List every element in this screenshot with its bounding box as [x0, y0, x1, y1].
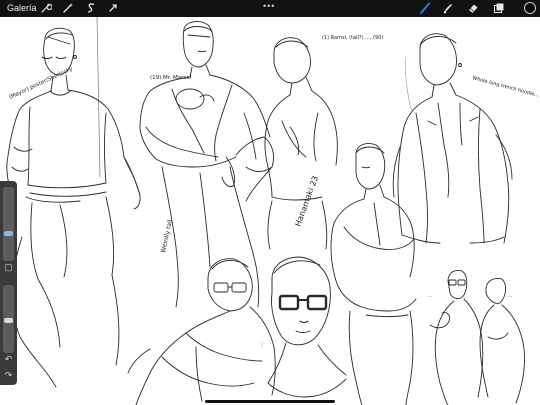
- wrench-icon[interactable]: [40, 2, 52, 14]
- magic-wand-icon[interactable]: [62, 2, 74, 14]
- note-vertical-2: Hanamaki 23: [293, 175, 320, 228]
- sketch-canvas[interactable]: (Mayor) poster/Sherlocky (19) Mr. Marcel…: [0, 17, 540, 405]
- note-middle: (19) Mr. Marcel: [150, 75, 192, 81]
- brush-size-slider[interactable]: [3, 187, 14, 261]
- top-toolbar: Galería •••: [0, 0, 540, 17]
- note-vertical-3: ...: [258, 341, 264, 347]
- undo-button[interactable]: ↶: [3, 354, 14, 365]
- opacity-thumb[interactable]: [4, 318, 13, 323]
- transform-arrow-icon[interactable]: [107, 2, 119, 14]
- brush-icon[interactable]: [419, 2, 431, 14]
- note-right: Whole long trench hoodie...: [471, 75, 540, 99]
- sidebar: ▢ ↶ ↷: [0, 181, 17, 385]
- sketch-figure-pair: [429, 270, 525, 405]
- note-small-2: ...: [508, 294, 512, 299]
- opacity-slider[interactable]: [3, 285, 14, 353]
- eraser-icon[interactable]: [467, 2, 479, 14]
- sketch-figure-open-shirt: [139, 21, 275, 308]
- note-small-1: ...: [428, 294, 432, 299]
- smudge-icon[interactable]: [442, 2, 454, 14]
- note-left: (Mayor) poster/Sherlocky: [8, 66, 74, 101]
- sketch-figure-back-view: [245, 37, 338, 250]
- redo-button[interactable]: ↷: [3, 370, 14, 381]
- handwritten-notes: (Mayor) poster/Sherlocky (19) Mr. Marcel…: [8, 35, 540, 347]
- sketch-figure-glasses-portrait: [267, 256, 347, 398]
- brush-size-thumb[interactable]: [4, 231, 13, 236]
- layers-icon[interactable]: [493, 2, 505, 14]
- gallery-button[interactable]: Galería: [7, 2, 37, 14]
- color-picker-button[interactable]: [524, 2, 536, 14]
- sketch-figure-long-coat: [392, 33, 513, 244]
- selection-s-icon[interactable]: [85, 2, 97, 14]
- modify-button[interactable]: ▢: [3, 262, 14, 273]
- sketch-figure-jacket: [330, 143, 417, 405]
- note-top: (1) Ramzi, (tall?) ..., (90): [322, 35, 383, 41]
- home-indicator: [205, 400, 335, 403]
- sketch-figure-tanktop: [6, 27, 141, 388]
- sketch-figure-reclining: [127, 258, 276, 405]
- more-options-icon[interactable]: •••: [263, 1, 275, 11]
- note-vertical-1: Weirdly tall: [160, 219, 174, 254]
